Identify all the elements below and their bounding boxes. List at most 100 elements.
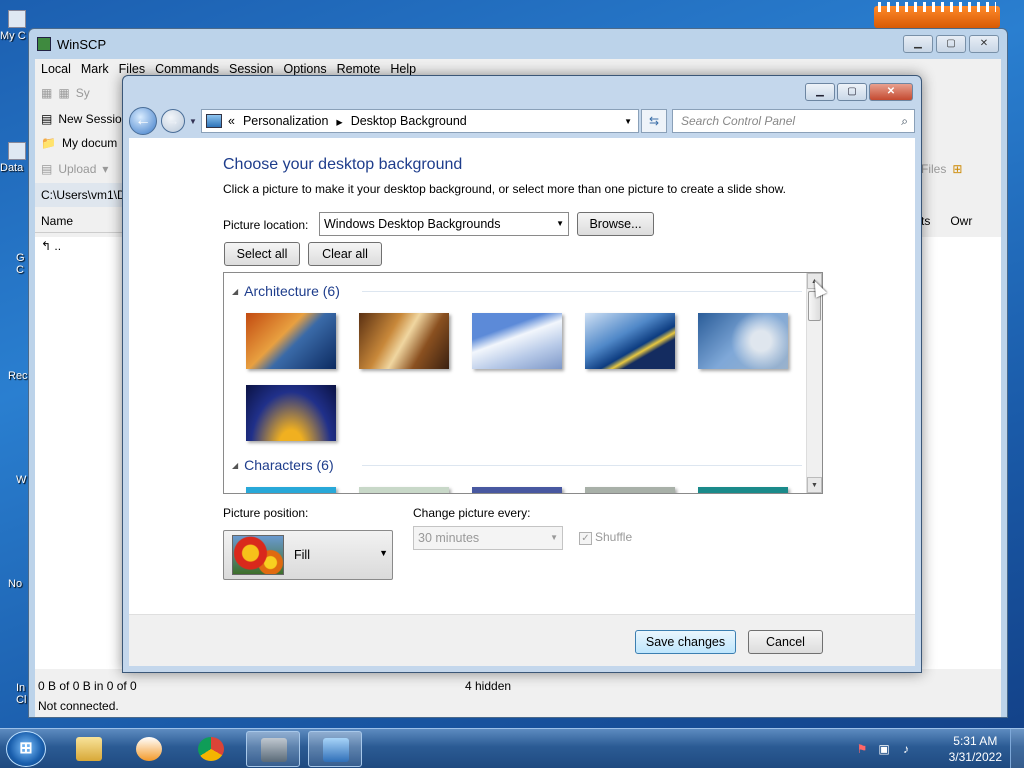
menu-options[interactable]: Options (283, 62, 326, 76)
close-button[interactable]: ✕ (969, 35, 999, 53)
group-header-architecture[interactable]: ◢ Architecture (6) (232, 283, 802, 299)
menu-mark[interactable]: Mark (81, 62, 109, 76)
column-rights[interactable]: ts (921, 214, 930, 228)
wallpaper-thumbnail[interactable] (698, 313, 788, 369)
action-center-icon[interactable]: ⚑ (854, 741, 870, 757)
save-changes-button[interactable]: Save changes (635, 630, 736, 654)
recent-pages-dropdown[interactable]: ▼ (189, 117, 199, 126)
forward-button[interactable]: → (161, 109, 185, 133)
chrome-icon (198, 737, 224, 761)
taskbar-chrome[interactable] (184, 731, 238, 767)
group-divider (362, 464, 802, 466)
local-path-combo[interactable]: My docum (62, 136, 117, 150)
upload-icon: ▤ (41, 162, 53, 176)
winscp-statusbar: 0 B of 0 B in 0 of 0 4 hidden Not connec… (35, 673, 1001, 717)
taskbar-explorer[interactable] (62, 731, 116, 767)
change-interval-value: 30 minutes (418, 531, 480, 545)
network-icon[interactable]: ▣ (876, 741, 892, 757)
wallpaper-thumbnail[interactable] (472, 487, 562, 493)
breadcrumb-personalization[interactable]: Personalization (243, 114, 328, 128)
desktop-icon-label: No (8, 578, 23, 590)
desktop-background-window[interactable]: ▁ ▢ ✕ ← → ▼ « Personalization ▸ Desktop … (122, 75, 922, 673)
picture-location-value: Windows Desktop Backgrounds (324, 217, 501, 231)
gadget-rings (878, 2, 996, 12)
maximize-button[interactable]: ▢ (837, 83, 867, 101)
wallpaper-thumbnail[interactable] (585, 313, 675, 369)
maximize-button[interactable]: ▢ (936, 35, 966, 53)
breadcrumb-overflow[interactable]: « (228, 114, 235, 128)
menu-help[interactable]: Help (390, 62, 416, 76)
scroll-down-icon[interactable]: ▼ (807, 477, 822, 493)
group-header-characters[interactable]: ◢ Characters (6) (232, 457, 802, 473)
remote-files-button[interactable]: Files (921, 162, 946, 176)
local-action-row: ▤ Upload ▾ (35, 157, 108, 181)
navigation-bar: ← → ▼ « Personalization ▸ Desktop Backgr… (129, 106, 915, 136)
minimize-button[interactable]: ▁ (903, 35, 933, 53)
back-button[interactable]: ← (129, 107, 157, 135)
picture-location-select[interactable]: Windows Desktop Backgrounds ▼ (319, 212, 569, 236)
collapse-icon: ◢ (232, 286, 239, 296)
menu-files[interactable]: Files (119, 62, 145, 76)
taskbar-media-player[interactable] (122, 731, 176, 767)
wallpaper-thumbnail[interactable] (472, 313, 562, 369)
winscp-titlebar[interactable]: WinSCP (29, 29, 1007, 59)
taskbar-winscp[interactable] (246, 731, 300, 767)
breadcrumb-desktop-background[interactable]: Desktop Background (351, 114, 467, 128)
compare-icon[interactable]: ▦ (58, 86, 69, 100)
shuffle-checkbox[interactable]: ✓ (579, 532, 592, 545)
refresh-button[interactable]: ⇆ (641, 109, 667, 133)
chevron-down-icon[interactable]: ▾ (102, 162, 108, 176)
column-name[interactable]: Name (41, 214, 73, 228)
browse-button[interactable]: Browse... (577, 212, 654, 236)
address-dropdown-icon[interactable]: ▼ (624, 117, 632, 126)
start-button[interactable]: ⊞ (6, 731, 46, 767)
wallpaper-thumbnail[interactable] (359, 313, 449, 369)
change-interval-select[interactable]: 30 minutes ▼ (413, 526, 563, 550)
list-item[interactable]: ↰ .. (35, 237, 130, 255)
upload-button[interactable]: Upload (58, 162, 96, 176)
wallpaper-thumbnail[interactable] (359, 487, 449, 493)
volume-icon[interactable]: ♪ (898, 741, 914, 757)
column-owner[interactable]: Owr (950, 214, 972, 228)
clear-all-button[interactable]: Clear all (308, 242, 382, 266)
menu-session[interactable]: Session (229, 62, 273, 76)
cancel-button[interactable]: Cancel (748, 630, 823, 654)
wallpaper-thumbnail[interactable] (246, 313, 336, 369)
wallpaper-thumbnail[interactable] (246, 385, 336, 441)
new-session-icon: ▤ (41, 112, 53, 126)
sync-button[interactable]: Sy (76, 86, 90, 100)
address-bar[interactable]: « Personalization ▸ Desktop Background ▼ (201, 109, 639, 133)
clock[interactable]: 5:31 AM 3/31/2022 (949, 733, 1002, 765)
picture-position-select[interactable]: Fill ▼ (223, 530, 393, 580)
wallpaper-thumbnail[interactable] (585, 487, 675, 493)
wallpaper-thumbnail[interactable] (246, 487, 336, 493)
taskbar-control-panel[interactable] (308, 731, 362, 767)
menu-local[interactable]: Local (41, 62, 71, 76)
local-header: Name (35, 209, 131, 233)
local-path-bar: C:\Users\vm1\D (35, 183, 131, 207)
new-session-tab[interactable]: New Sessio (58, 112, 121, 126)
search-placeholder: Search Control Panel (681, 114, 796, 128)
close-button[interactable]: ✕ (869, 83, 913, 101)
winscp-title: WinSCP (57, 36, 107, 52)
sync-icon[interactable]: ▦ (41, 86, 52, 100)
desktop-icon-computer[interactable]: My C (0, 10, 30, 42)
menu-remote[interactable]: Remote (337, 62, 381, 76)
search-icon[interactable]: ⌕ (901, 110, 908, 132)
show-desktop-button[interactable] (1010, 729, 1024, 768)
menu-commands[interactable]: Commands (155, 62, 219, 76)
winscp-toolbar: ▦ ▦ Sy (35, 81, 90, 105)
desktop-icon-data[interactable]: Data (0, 142, 30, 174)
gallery-scrollbar[interactable]: ▲ ▼ (806, 273, 822, 493)
wallpaper-thumbnail[interactable] (698, 487, 788, 493)
tree-icon[interactable]: ⊞ (952, 162, 962, 176)
chevron-down-icon: ▼ (550, 533, 558, 542)
minimize-button[interactable]: ▁ (805, 83, 835, 101)
page-title: Choose your desktop background (223, 156, 463, 173)
search-input[interactable]: Search Control Panel ⌕ (672, 109, 915, 133)
calendar-gadget[interactable] (874, 2, 1000, 28)
session-tab-row: ▤ New Sessio (35, 107, 122, 131)
parent-folder-icon: ↰ (41, 239, 52, 253)
breadcrumb-separator-icon[interactable]: ▸ (336, 114, 342, 129)
select-all-button[interactable]: Select all (224, 242, 300, 266)
